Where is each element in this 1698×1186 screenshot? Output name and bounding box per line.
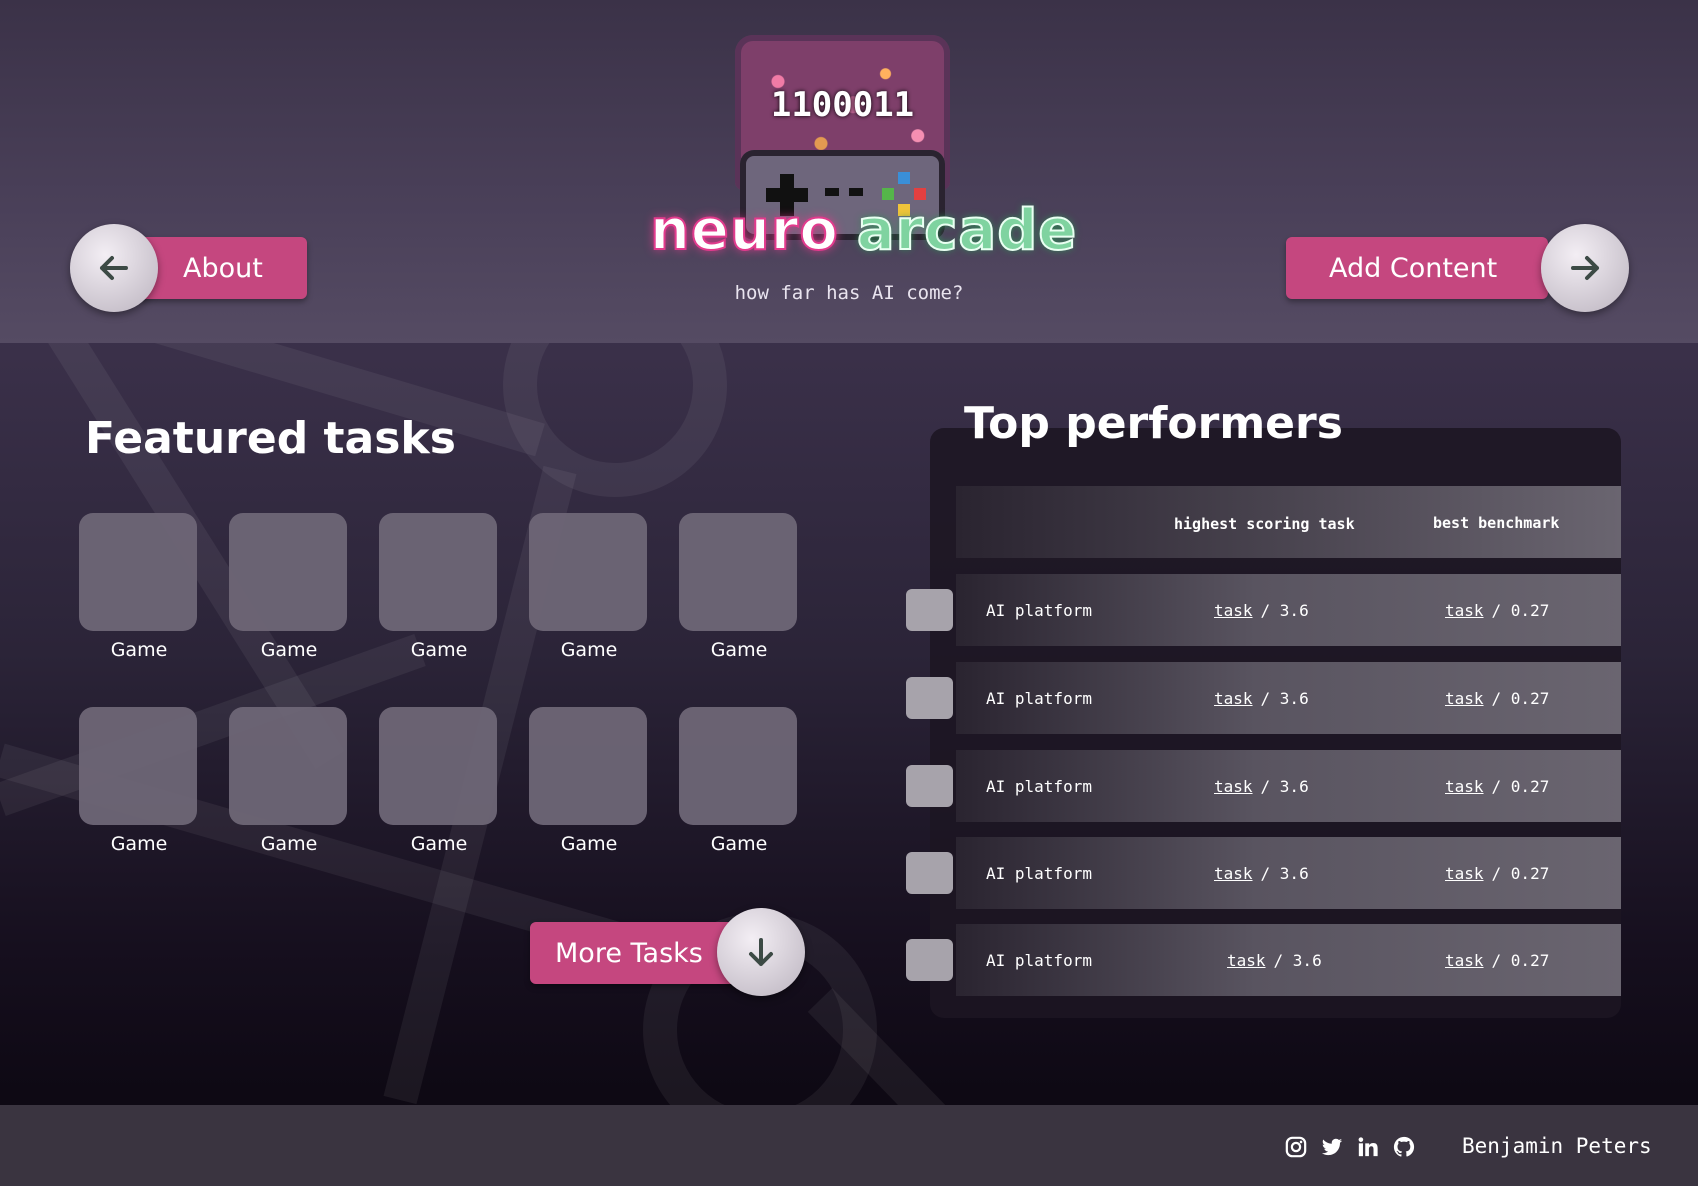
game-label: Game	[560, 833, 618, 855]
best-benchmark-cell: task / 0.27	[1445, 689, 1549, 708]
best-benchmark-cell: task / 0.27	[1445, 864, 1549, 883]
game-label: Game	[110, 833, 168, 855]
highest-scoring-task-cell: task / 3.6	[1227, 951, 1322, 970]
github-icon[interactable]	[1393, 1136, 1415, 1158]
game-card[interactable]: Game	[379, 707, 499, 855]
task-score: / 3.6	[1260, 864, 1309, 883]
task-link[interactable]: task	[1214, 689, 1253, 708]
about-button[interactable]: About	[136, 237, 307, 299]
benchmark-score: / 0.27	[1491, 951, 1550, 970]
performer-avatar	[906, 939, 953, 981]
task-score: / 3.6	[1260, 689, 1309, 708]
logo-binary-text: 1100011	[770, 85, 915, 125]
game-thumbnail[interactable]	[529, 513, 647, 631]
task-link[interactable]: task	[1214, 777, 1253, 796]
game-card[interactable]: Game	[79, 513, 199, 661]
game-label: Game	[110, 639, 168, 661]
performer-avatar	[906, 852, 953, 894]
game-card[interactable]: Game	[229, 707, 349, 855]
best-benchmark-cell: task / 0.27	[1445, 601, 1549, 620]
benchmark-link[interactable]: task	[1445, 777, 1484, 796]
game-thumbnail[interactable]	[79, 707, 197, 825]
performer-name: AI platform	[986, 777, 1092, 796]
column-header-best-benchmark: best benchmark	[1433, 514, 1560, 532]
benchmark-link[interactable]: task	[1445, 601, 1484, 620]
benchmark-score: / 0.27	[1491, 777, 1550, 796]
twitter-icon[interactable]	[1321, 1136, 1343, 1158]
task-link[interactable]: task	[1214, 864, 1253, 883]
task-score: / 3.6	[1260, 777, 1309, 796]
about-back-button[interactable]	[70, 224, 158, 312]
performers-table-header: highest scoring task best benchmark	[956, 486, 1621, 558]
add-content-forward-button[interactable]	[1541, 224, 1629, 312]
more-tasks-down-button[interactable]	[717, 908, 805, 996]
logo-word-arcade: arcade	[856, 197, 1078, 264]
highest-scoring-task-cell: task / 3.6	[1214, 864, 1309, 883]
about-button-label: About	[183, 252, 263, 284]
game-label: Game	[260, 833, 318, 855]
benchmark-score: / 0.27	[1491, 864, 1550, 883]
arrow-right-icon	[1571, 256, 1599, 280]
game-thumbnail[interactable]	[679, 513, 797, 631]
task-score: / 3.6	[1273, 951, 1322, 970]
game-thumbnail[interactable]	[679, 707, 797, 825]
instagram-icon[interactable]	[1285, 1136, 1307, 1158]
performer-name: AI platform	[986, 951, 1092, 970]
game-card[interactable]: Game	[679, 513, 799, 661]
logo-wordmark: neuro arcade	[649, 197, 1077, 264]
game-label: Game	[560, 639, 618, 661]
game-thumbnail[interactable]	[529, 707, 647, 825]
arrow-down-icon	[749, 938, 773, 966]
more-tasks-button-label: More Tasks	[555, 937, 703, 969]
game-label: Game	[710, 639, 768, 661]
column-header-highest-scoring-task: highest scoring task	[1174, 515, 1355, 533]
author-credit: Benjamin Peters	[1462, 1134, 1652, 1158]
logo-word-neuro: neuro	[649, 197, 839, 264]
game-thumbnail[interactable]	[229, 707, 347, 825]
game-card[interactable]: Game	[529, 513, 649, 661]
featured-tasks-title: Featured tasks	[85, 413, 456, 464]
game-thumbnail[interactable]	[379, 513, 497, 631]
linkedin-icon[interactable]	[1357, 1136, 1379, 1158]
site-header: 1100011 neuro arcade how far has AI come?…	[0, 0, 1698, 343]
add-content-button-label: Add Content	[1329, 252, 1498, 284]
performer-avatar	[906, 765, 953, 807]
game-card[interactable]: Game	[229, 513, 349, 661]
game-thumbnail[interactable]	[229, 513, 347, 631]
add-content-button[interactable]: Add Content	[1286, 237, 1548, 299]
highest-scoring-task-cell: task / 3.6	[1214, 601, 1309, 620]
benchmark-score: / 0.27	[1491, 601, 1550, 620]
game-card[interactable]: Game	[379, 513, 499, 661]
game-card[interactable]: Game	[529, 707, 649, 855]
game-card[interactable]: Game	[79, 707, 199, 855]
best-benchmark-cell: task / 0.27	[1445, 777, 1549, 796]
task-link[interactable]: task	[1227, 951, 1266, 970]
highest-scoring-task-cell: task / 3.6	[1214, 777, 1309, 796]
performer-name: AI platform	[986, 601, 1092, 620]
task-score: / 3.6	[1260, 601, 1309, 620]
best-benchmark-cell: task / 0.27	[1445, 951, 1549, 970]
gamepad-select-start	[825, 188, 865, 198]
arrow-left-icon	[100, 256, 128, 280]
game-thumbnail[interactable]	[79, 513, 197, 631]
benchmark-link[interactable]: task	[1445, 951, 1484, 970]
game-card[interactable]: Game	[679, 707, 799, 855]
benchmark-link[interactable]: task	[1445, 689, 1484, 708]
neuro-arcade-logo[interactable]: 1100011 neuro arcade	[649, 30, 1077, 264]
game-label: Game	[710, 833, 768, 855]
top-performers-title: Top performers	[964, 398, 1343, 449]
benchmark-link[interactable]: task	[1445, 864, 1484, 883]
game-thumbnail[interactable]	[379, 707, 497, 825]
task-link[interactable]: task	[1214, 601, 1253, 620]
game-label: Game	[410, 833, 468, 855]
performer-avatar	[906, 589, 953, 631]
performer-avatar	[906, 677, 953, 719]
benchmark-score: / 0.27	[1491, 689, 1550, 708]
highest-scoring-task-cell: task / 3.6	[1214, 689, 1309, 708]
site-footer	[0, 1105, 1698, 1186]
performer-name: AI platform	[986, 689, 1092, 708]
game-label: Game	[410, 639, 468, 661]
game-label: Game	[260, 639, 318, 661]
performer-name: AI platform	[986, 864, 1092, 883]
